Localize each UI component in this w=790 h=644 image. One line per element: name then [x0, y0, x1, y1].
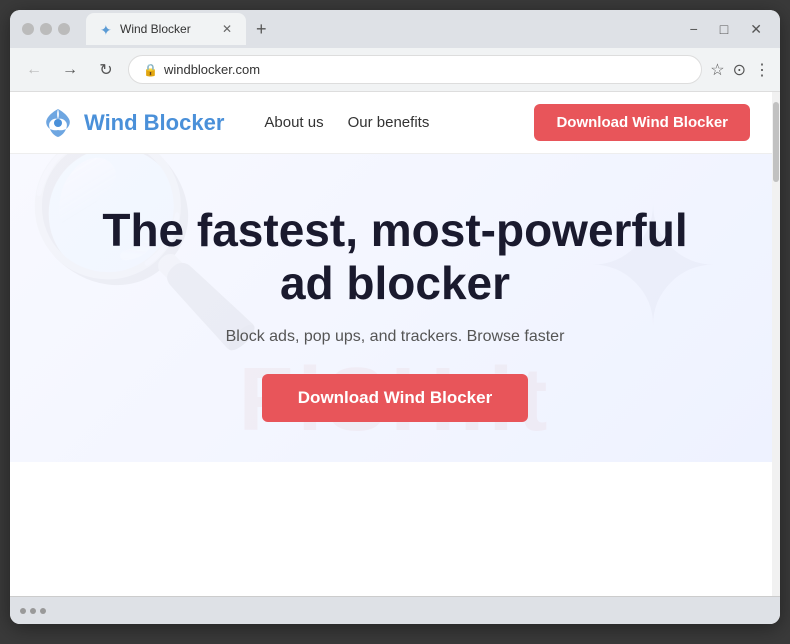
close-button[interactable] [58, 23, 70, 35]
hero-heading-line2: ad blocker [280, 257, 510, 309]
address-bar: ← → ↻ 🔒 windblocker.com ☆ ⊙ ⋮ [10, 48, 780, 92]
nav-about-link[interactable]: About us [264, 114, 323, 131]
refresh-icon: ↻ [99, 60, 112, 80]
back-button[interactable]: ← [20, 56, 48, 84]
minimize-button[interactable] [22, 23, 34, 35]
window-controls [22, 23, 70, 35]
site-logo: Wind Blocker [40, 105, 224, 141]
address-text: windblocker.com [164, 62, 687, 77]
back-icon: ← [26, 61, 42, 79]
address-right-icons: ☆ ⊙ ⋮ [710, 60, 770, 80]
status-dot-1 [20, 608, 26, 614]
active-tab[interactable]: ✦ Wind Blocker ✕ [86, 13, 246, 45]
webpage: Wind Blocker About us Our benefits Downl… [10, 92, 780, 596]
nav-download-button[interactable]: Download Wind Blocker [534, 104, 750, 141]
profile-icon[interactable]: ⊙ [733, 60, 746, 80]
browser-window: ✦ Wind Blocker ✕ + − □ ✕ ← → ↻ 🔒 windblo… [10, 10, 780, 624]
bottom-bar [10, 596, 780, 624]
hero-subtext: Block ads, pop ups, and trackers. Browse… [50, 328, 740, 346]
close-window-icon[interactable]: ✕ [744, 19, 768, 40]
close-tab-icon[interactable]: ✕ [222, 22, 232, 36]
status-dot-2 [30, 608, 36, 614]
scrollbar-thumb[interactable] [773, 102, 779, 182]
status-dot-3 [40, 608, 46, 614]
site-nav: Wind Blocker About us Our benefits Downl… [10, 92, 780, 154]
hero-heading: The fastest, most-powerful ad blocker [50, 204, 740, 310]
tab-area: ✦ Wind Blocker ✕ + [86, 13, 676, 45]
hero-heading-line1: The fastest, most-powerful [102, 204, 687, 256]
tab-favicon-icon: ✦ [100, 22, 114, 36]
forward-button[interactable]: → [56, 56, 84, 84]
hero-download-button[interactable]: Download Wind Blocker [262, 374, 528, 422]
tab-title: Wind Blocker [120, 22, 191, 36]
address-input[interactable]: 🔒 windblocker.com [128, 55, 702, 84]
lock-icon: 🔒 [143, 63, 158, 77]
maximize-window-icon[interactable]: □ [714, 19, 734, 39]
minimize-window-icon[interactable]: − [684, 19, 704, 39]
bookmark-icon[interactable]: ☆ [710, 60, 724, 80]
refresh-button[interactable]: ↻ [92, 56, 120, 84]
menu-icon[interactable]: ⋮ [754, 60, 770, 80]
new-tab-button[interactable]: + [252, 15, 271, 44]
hero-section: 🔍 ✦ FiSH.it The fastest, most-powerful a… [10, 154, 780, 462]
nav-benefits-link[interactable]: Our benefits [348, 114, 430, 131]
scrollbar[interactable] [772, 92, 780, 596]
site-nav-links: About us Our benefits [264, 114, 429, 131]
logo-text: Wind Blocker [84, 110, 224, 136]
maximize-button[interactable] [40, 23, 52, 35]
forward-icon: → [62, 61, 78, 79]
logo-icon [40, 105, 76, 141]
title-bar: ✦ Wind Blocker ✕ + − □ ✕ [10, 10, 780, 48]
title-bar-right: − □ ✕ [684, 19, 768, 40]
